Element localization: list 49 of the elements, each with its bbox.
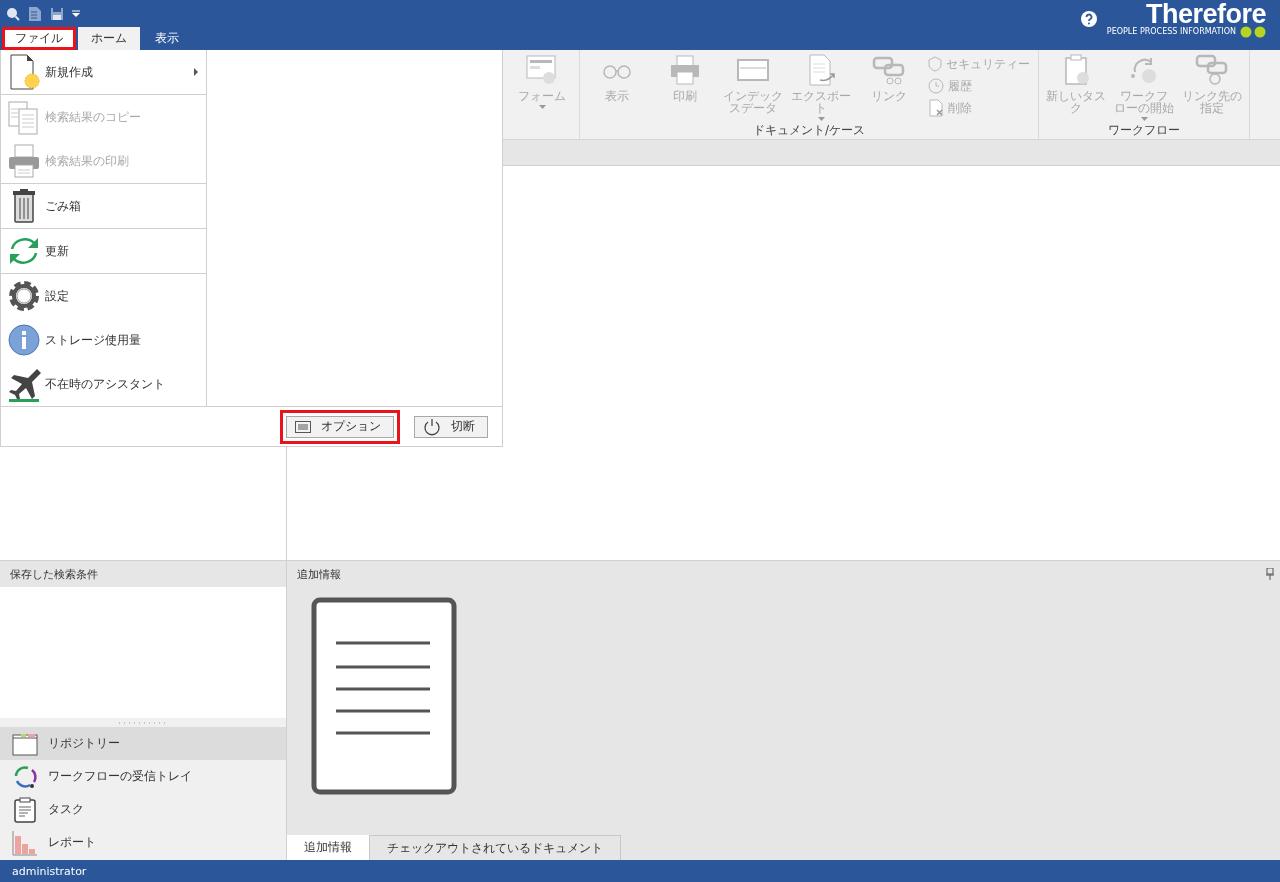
logo-tagline: PEOPLE PROCESS INFORMATION [1106,27,1236,37]
airplane-icon [7,366,41,402]
printer-icon [7,143,41,179]
menu-item[interactable]: ごみ箱 [1,184,206,228]
nav-item[interactable]: ワークフローの受信トレイ [0,760,286,793]
menu-footer-button[interactable]: 切断 [414,415,488,438]
menu-item[interactable]: 設定 [1,274,206,318]
link-target-icon [1195,54,1229,86]
shield-icon [928,56,942,72]
menu-item[interactable]: 新規作成 [1,50,206,94]
options-list-icon [295,420,311,433]
new-document-icon [7,54,41,90]
menu-item[interactable]: ストレージ使用量 [1,318,206,362]
dropdown-icon[interactable] [72,9,80,18]
workflow-cycle-icon [12,763,38,790]
ribbon-tab[interactable]: ホーム [78,27,140,50]
ribbon-group-label: ワークフロー [1107,122,1181,139]
panel-tab[interactable]: チェックアウトされているドキュメント [369,835,621,860]
pin-icon[interactable] [1266,568,1274,580]
ribbon-tab[interactable]: ファイル [2,27,76,50]
logo-dots-icon [1240,26,1266,38]
help-icon[interactable] [1080,11,1097,27]
nav-item[interactable]: レポート [0,826,286,859]
printer-icon [668,54,702,86]
settings-icon [7,278,41,314]
ribbon-group-label: ドキュメント/ケース [751,122,866,139]
info-icon [7,322,41,358]
nav-item[interactable]: タスク [0,793,286,826]
document-icon[interactable] [28,5,42,22]
panel-title: 保存した検索条件 [0,561,286,587]
save-icon[interactable] [50,6,64,21]
status-user: administrator [12,864,87,878]
menu-item[interactable]: 更新 [1,229,206,273]
clock-icon [928,78,944,94]
logo-text: Therefore [1145,0,1266,28]
delete-document-icon [928,99,944,117]
copy-documents-icon [7,99,41,135]
form-icon [525,54,559,86]
chain-link-icon [872,54,906,86]
menu-item[interactable]: 不在時のアシスタント [1,362,206,406]
nav-item[interactable]: リポジトリー [0,727,286,760]
bar-chart-icon [12,829,38,856]
search-icon[interactable] [6,6,20,21]
panel-title: 追加情報 [297,566,341,582]
menu-footer-button[interactable]: オプション [286,415,394,438]
power-icon [423,417,441,436]
clipboard-icon [12,796,38,823]
panel-tab[interactable]: 追加情報 [287,835,369,860]
ribbon-tab[interactable]: 表示 [142,27,192,50]
